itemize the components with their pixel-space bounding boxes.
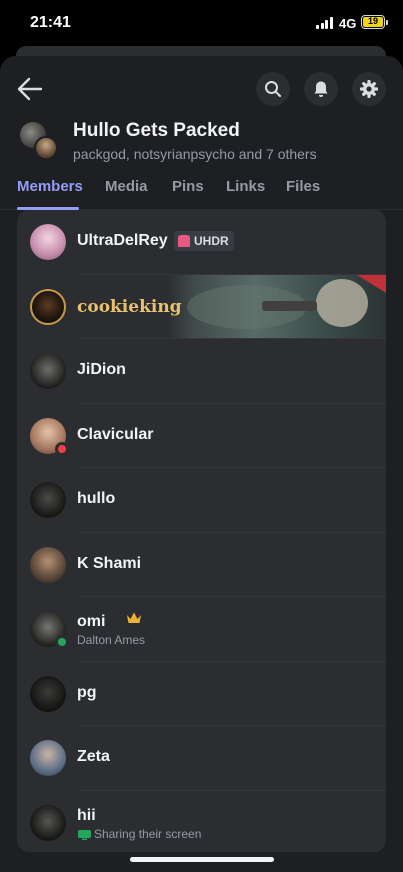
settings-button[interactable] — [352, 72, 386, 106]
member-row[interactable]: hullo — [17, 468, 386, 533]
member-row[interactable]: cookieking — [17, 274, 386, 339]
group-subtitle: packgod, notsyrianpsycho and 7 others — [73, 146, 317, 162]
member-activity: Dalton Ames — [77, 633, 146, 647]
avatar — [30, 224, 66, 260]
avatar — [30, 804, 66, 841]
tab-links[interactable]: Links — [226, 178, 265, 195]
member-name: UltraDelRey — [77, 232, 168, 249]
tab-files[interactable]: Files — [286, 178, 320, 195]
avatar — [30, 353, 66, 389]
status-time: 21:41 — [30, 14, 71, 31]
member-row[interactable]: hii Sharing their screen — [17, 791, 386, 853]
member-row[interactable]: UltraDelRey UHDR — [17, 210, 386, 275]
member-row[interactable]: Clavicular — [17, 404, 386, 468]
avatar — [30, 482, 66, 518]
member-row[interactable]: pg — [17, 662, 386, 726]
home-indicator[interactable] — [130, 857, 274, 862]
search-button[interactable] — [256, 72, 290, 106]
battery-level: 19 — [363, 17, 383, 27]
do-not-disturb-icon — [55, 441, 69, 456]
channel-details-sheet: Hullo Gets Packed packgod, notsyrianpsyc… — [0, 56, 403, 872]
member-name: Zeta — [77, 748, 110, 765]
search-icon — [265, 81, 282, 98]
screen-share-icon — [78, 829, 91, 840]
member-row[interactable]: Zeta — [17, 726, 386, 791]
member-row[interactable]: omi Dalton Ames — [17, 597, 386, 662]
member-name: Clavicular — [77, 425, 154, 443]
avatar — [30, 546, 66, 583]
member-name: hullo — [77, 490, 116, 507]
battery-tip — [386, 20, 388, 25]
status-bar: 21:41 4G 19 — [0, 0, 403, 46]
member-name: omi — [77, 613, 106, 630]
member-row[interactable]: K Shami — [17, 533, 386, 597]
avatar — [30, 288, 66, 325]
member-name: cookieking — [77, 296, 182, 317]
tab-media[interactable]: Media — [105, 178, 148, 195]
notifications-button[interactable] — [304, 72, 338, 106]
member-activity: Sharing their screen — [94, 826, 202, 841]
profile-banner — [167, 274, 386, 339]
crown-icon — [127, 612, 141, 623]
member-name: hii — [77, 806, 96, 824]
bell-icon — [314, 81, 328, 97]
gear-icon — [360, 80, 378, 98]
member-name: JiDion — [77, 361, 126, 378]
tab-bar: Members Media Pins Links Files — [0, 178, 403, 210]
battery-icon: 19 — [361, 15, 385, 29]
group-title[interactable]: Hullo Gets Packed — [73, 120, 240, 142]
group-avatar[interactable] — [20, 122, 60, 162]
tab-members[interactable]: Members — [17, 178, 83, 195]
member-row[interactable]: JiDion — [17, 339, 386, 404]
back-button[interactable] — [16, 76, 44, 102]
arrow-left-icon — [17, 77, 43, 101]
network-type: 4G — [339, 16, 357, 31]
tab-pins[interactable]: Pins — [172, 178, 204, 195]
mushroom-icon — [178, 235, 190, 247]
banner-art — [187, 274, 386, 329]
online-status-icon — [55, 635, 69, 649]
member-list: UltraDelRey UHDR cookieking JiDion Clavi… — [17, 210, 386, 852]
member-name: pg — [77, 683, 97, 701]
member-name: K Shami — [77, 554, 142, 572]
server-tag-badge: UHDR — [174, 231, 234, 251]
avatar — [30, 675, 66, 712]
cellular-signal-icon — [316, 17, 334, 29]
avatar — [30, 740, 66, 776]
group-avatar-secondary — [34, 136, 58, 160]
server-tag-label: UHDR — [194, 234, 229, 248]
